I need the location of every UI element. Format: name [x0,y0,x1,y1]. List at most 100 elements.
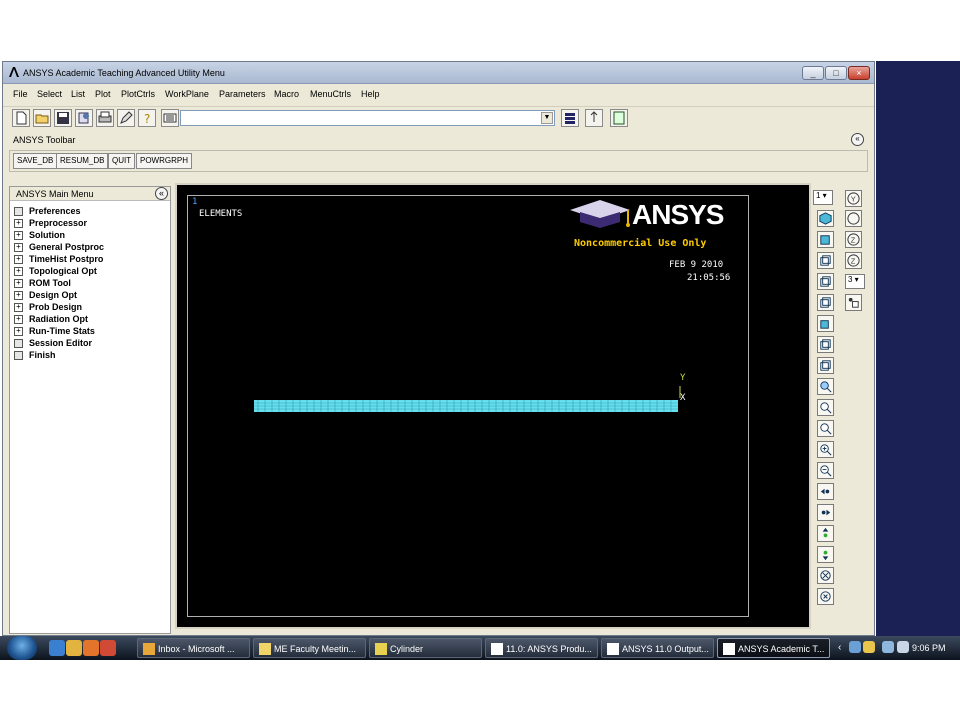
media-icon[interactable] [100,640,116,656]
menu-file[interactable]: File [13,89,28,99]
taskbar: Inbox - Microsoft ... ME Faculty Meetin.… [0,636,960,660]
ansys-main-menu: ANSYS Main Menu « Preferences + Preproces… [9,186,171,634]
expand-plus-icon[interactable]: + [14,255,23,264]
tray-icon[interactable] [849,641,861,653]
print-icon[interactable] [96,109,114,127]
tray-chevron-icon[interactable]: ‹ [838,642,841,653]
menu-plot[interactable]: Plot [95,89,111,99]
plot-time: 21:05:56 [687,273,731,283]
task-inbox[interactable]: Inbox - Microsoft ... [137,638,250,658]
menu-macro[interactable]: Macro [274,89,299,99]
expand-plus-icon[interactable]: + [14,267,23,276]
pan-up-icon[interactable] [817,525,834,542]
expand-plus-icon[interactable]: + [14,279,23,288]
window-title: ANSYS Academic Teaching Advanced Utility… [23,68,225,78]
minimize-button[interactable]: _ [802,66,824,80]
view-control-bar: 1 ▾ Y Z Z 3 ▾ [813,186,869,626]
maximize-button[interactable]: □ [825,66,847,80]
zoom-in-icon[interactable] [817,441,834,458]
plot-date: FEB 9 2010 [669,260,724,270]
ansys-toolbar: SAVE_DB RESUM_DB QUIT POWRGRPH [9,150,868,172]
ansys-icon [723,643,735,655]
save-icon[interactable] [54,109,72,127]
zoom-select[interactable]: 3 ▾ [845,274,865,289]
menu-select[interactable]: Select [37,89,62,99]
oblique-view-icon[interactable] [817,231,834,248]
output-window-icon[interactable] [610,109,628,127]
command-input[interactable]: ▼ [180,110,555,126]
collapse-main-menu-icon[interactable]: « [155,187,168,200]
new-file-icon[interactable] [12,109,30,127]
zoom-icon[interactable] [817,399,834,416]
ansys-logo-text: ANSYS [632,199,724,230]
expand-plus-icon[interactable]: + [14,315,23,324]
expand-plus-icon[interactable]: + [14,291,23,300]
task-ansys-products[interactable]: 11.0: ANSYS Produ... [485,638,598,658]
right-view-icon[interactable] [817,357,834,374]
pencil-icon[interactable] [117,109,135,127]
rotate-view-icon[interactable] [817,567,834,584]
close-button[interactable]: × [848,66,870,80]
front-view-icon[interactable] [817,252,834,269]
task-ansys-academic[interactable]: ANSYS Academic T... [717,638,830,658]
tray-icon[interactable] [863,641,875,653]
box-zoom-icon[interactable] [817,420,834,437]
expand-plus-icon[interactable]: + [14,231,23,240]
resume-db-button[interactable]: RESUM_DB [56,153,109,169]
expand-plus-icon[interactable]: + [14,327,23,336]
folder-icon[interactable] [66,640,82,656]
pan-left-icon[interactable] [817,483,834,500]
firefox-icon[interactable] [83,640,99,656]
menu-menuctrls[interactable]: MenuCtrls [310,89,351,99]
view-top-icon[interactable]: Y [845,190,862,207]
report-icon[interactable] [75,109,93,127]
task-faculty-meeting[interactable]: ME Faculty Meetin... [253,638,366,658]
back-view-icon[interactable] [817,273,834,290]
internet-explorer-icon[interactable] [49,640,65,656]
task-cylinder[interactable]: Cylinder [369,638,482,658]
keyboard-icon[interactable] [161,109,179,127]
network-icon[interactable] [882,641,894,653]
raise-hidden-icon[interactable] [585,109,603,127]
expand-plus-icon[interactable]: + [14,219,23,228]
menu-list[interactable]: List [71,89,85,99]
collapse-toolbar-icon[interactable]: « [851,133,864,146]
command-dropdown-icon[interactable]: ▼ [541,112,553,124]
open-folder-icon[interactable] [33,109,51,127]
expand-plus-icon[interactable]: + [14,243,23,252]
menu-workplane[interactable]: WorkPlane [165,89,209,99]
menu-parameters[interactable]: Parameters [219,89,266,99]
quit-button[interactable]: QUIT [108,153,136,169]
svg-text:Z: Z [851,256,856,265]
pan-down-icon[interactable] [817,546,834,563]
window-select[interactable]: 1 ▾ [813,190,833,205]
noncommercial-notice: Noncommercial Use Only [574,238,707,249]
stack-icon[interactable] [561,109,579,127]
isometric-view-icon[interactable] [817,210,834,227]
expand-plus-icon[interactable]: + [14,303,23,312]
fit-view-icon[interactable] [817,378,834,395]
top-view-icon[interactable] [817,294,834,311]
pan-right-icon[interactable] [817,504,834,521]
rotate-z-icon[interactable]: Z [845,231,862,248]
taskbar-clock: 9:06 PM [912,643,946,653]
bottom-view-icon[interactable] [817,315,834,332]
rotate-y-icon[interactable] [845,210,862,227]
powrgrph-button[interactable]: POWRGRPH [136,153,192,169]
document-icon [14,351,23,360]
zoom-out-icon[interactable] [817,462,834,479]
start-button[interactable] [7,636,37,660]
dynamic-mode-icon[interactable] [845,294,862,311]
task-ansys-output[interactable]: ANSYS 11.0 Output... [601,638,714,658]
left-view-icon[interactable] [817,336,834,353]
save-db-button[interactable]: SAVE_DB [13,153,58,169]
menu-help[interactable]: Help [361,89,380,99]
reset-view-icon[interactable] [817,588,834,605]
document-icon [14,207,23,216]
volume-icon[interactable] [897,641,909,653]
rotate-z-neg-icon[interactable]: Z [845,252,862,269]
graphics-frame: 1 ELEMENTS ANSYS Noncommercial Use Only … [187,195,749,617]
graphics-window[interactable]: 1 ELEMENTS ANSYS Noncommercial Use Only … [175,183,811,629]
menu-plotctrls[interactable]: PlotCtrls [121,89,155,99]
help-query-icon[interactable]: ? [138,109,156,127]
